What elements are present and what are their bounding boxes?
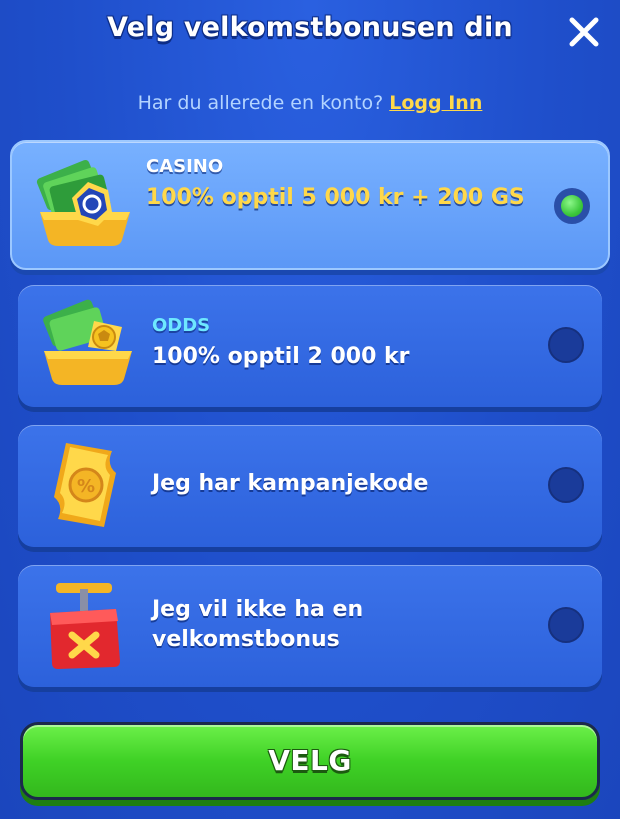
bonus-option-no-bonus[interactable]: Jeg vil ikke ha en velkomstbonus: [18, 565, 602, 687]
page-title: Velg velkomstbonusen din: [107, 12, 513, 43]
odds-cash-chest-icon: [43, 299, 132, 385]
bonus-option-promo-code[interactable]: % Jeg har kampanjekode: [18, 425, 602, 547]
radio-unselected[interactable]: [548, 327, 584, 363]
radio-unselected[interactable]: [548, 467, 584, 503]
header: Velg velkomstbonusen din: [0, 0, 620, 70]
radio-unselected[interactable]: [548, 607, 584, 643]
option-description: Jeg har kampanjekode: [152, 471, 429, 496]
radio-selected[interactable]: [554, 188, 590, 224]
option-description: 100% opptil 2 000 kr: [152, 344, 410, 369]
login-link[interactable]: Logg Inn: [389, 92, 482, 114]
no-bonus-detonator-icon: [50, 583, 120, 669]
bonus-option-casino[interactable]: CASINO 100% opptil 5 000 kr + 200 GS: [10, 140, 610, 270]
no-bonus-option-text: Jeg vil ikke ha en velkomstbonus: [152, 595, 522, 655]
option-category: CASINO: [146, 156, 224, 177]
promo-code-ticket-icon: %: [54, 443, 116, 527]
bonus-option-odds[interactable]: ODDS 100% opptil 2 000 kr: [18, 285, 602, 407]
velg-button-label: VELG: [268, 744, 352, 777]
velg-button[interactable]: VELG: [20, 722, 600, 800]
option-category: ODDS: [152, 315, 211, 336]
option-description: 100% opptil 5 000 kr + 200 GS: [146, 185, 525, 210]
login-prompt-line: Har du allerede en konto? Logg Inn: [0, 92, 620, 114]
casino-cash-chest-icon: [36, 159, 130, 246]
svg-text:%: %: [77, 476, 95, 497]
option-description: Jeg vil ikke ha en velkomstbonus: [152, 597, 364, 652]
close-icon[interactable]: [566, 14, 602, 50]
casino-option-text: CASINO 100% opptil 5 000 kr + 200 GS: [146, 156, 528, 213]
login-prompt-text: Har du allerede en konto?: [137, 92, 384, 114]
odds-option-text: ODDS 100% opptil 2 000 kr: [152, 315, 522, 372]
promo-option-text: Jeg har kampanjekode: [152, 469, 522, 499]
